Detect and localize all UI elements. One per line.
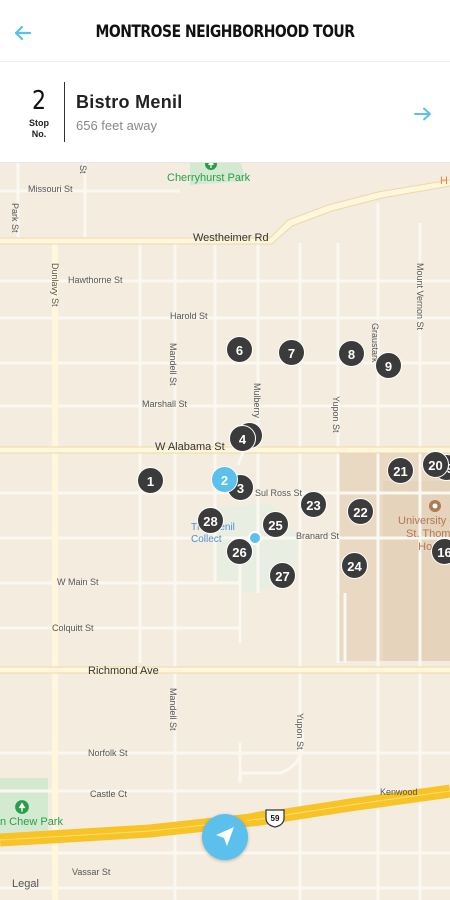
tour-stop-marker[interactable]: 4 bbox=[229, 425, 256, 452]
street-label-branard: Branard St bbox=[296, 531, 340, 541]
stop-number: 2 bbox=[31, 86, 47, 116]
street-label-w-alabama: W Alabama St bbox=[155, 441, 225, 453]
street-label-w-main: W Main St bbox=[57, 577, 99, 587]
current-stop-card[interactable]: 2 Stop No. Bistro Menil 656 feet away bbox=[0, 62, 450, 163]
place-label-chew-park: n Chew Park bbox=[0, 816, 63, 828]
street-label-park: Park St bbox=[10, 203, 20, 233]
tour-stop-marker[interactable]: 20 bbox=[422, 451, 449, 478]
highway-number: 59 bbox=[271, 814, 280, 823]
tour-stop-marker[interactable]: 6 bbox=[226, 336, 253, 363]
street-label-castle: Castle Ct bbox=[90, 789, 128, 799]
legal-link[interactable]: Legal bbox=[12, 878, 39, 890]
park-icon bbox=[15, 800, 29, 814]
tour-stop-marker[interactable]: 27 bbox=[269, 562, 296, 589]
street-label-westheimer: Westheimer Rd bbox=[193, 232, 269, 244]
street-label-colquitt: Colquitt St bbox=[52, 623, 94, 633]
tour-stop-marker[interactable]: 9 bbox=[375, 352, 402, 379]
tour-stop-marker[interactable]: 26 bbox=[226, 538, 253, 565]
street-label-missouri: Missouri St bbox=[28, 184, 73, 194]
tour-stop-marker[interactable]: 7 bbox=[278, 339, 305, 366]
map-view[interactable]: Missouri St Westheimer Rd Hawthorne St H… bbox=[0, 163, 450, 900]
locate-me-button[interactable] bbox=[202, 814, 248, 860]
tour-stop-marker[interactable]: 28 bbox=[197, 507, 224, 534]
street-label-yupon-n: Yupon St bbox=[331, 396, 341, 433]
arrow-right-icon[interactable] bbox=[412, 106, 434, 122]
tour-stop-marker[interactable]: 1 bbox=[137, 467, 164, 494]
street-label-sul-ross: Sul Ross St bbox=[255, 488, 303, 498]
stop-name: Bistro Menil bbox=[76, 92, 183, 112]
highway-shield-icon: 59 bbox=[265, 809, 285, 828]
tour-stop-marker[interactable]: 21 bbox=[387, 457, 414, 484]
tour-stop-marker[interactable]: 25 bbox=[262, 511, 289, 538]
street-label-street-n: St bbox=[78, 165, 88, 174]
street-label-mulberry: Mulberry bbox=[252, 383, 262, 419]
park-icon bbox=[205, 163, 217, 170]
street-label-kenwood: Kenwood bbox=[380, 787, 418, 797]
page-title: MONTROSE NEIGHBORHOOD TOUR bbox=[95, 22, 355, 42]
tour-stop-marker[interactable]: 22 bbox=[347, 498, 374, 525]
street-label-dunlavy: Dunlavy St bbox=[50, 263, 60, 307]
tour-stop-marker[interactable]: 24 bbox=[341, 552, 368, 579]
street-label-hawthorne: Hawthorne St bbox=[68, 275, 123, 285]
divider bbox=[64, 82, 65, 142]
street-label-yupon-s: Yupon St bbox=[295, 713, 305, 750]
street-label-mandell-s: Mandell St bbox=[168, 688, 178, 731]
tour-stop-marker[interactable]: 23 bbox=[300, 491, 327, 518]
street-label-mount-vernon: Mount Vernon St bbox=[415, 263, 425, 331]
stop-distance: 656 feet away bbox=[76, 118, 157, 133]
street-label-marshall: Marshall St bbox=[142, 399, 188, 409]
street-label-norfolk: Norfolk St bbox=[88, 748, 128, 758]
navigation-arrow-icon bbox=[216, 827, 234, 846]
tour-stop-marker[interactable]: 8 bbox=[338, 340, 365, 367]
place-label-cherryhurst: Cherryhurst Park bbox=[167, 172, 251, 184]
app-header: MONTROSE NEIGHBORHOOD TOUR bbox=[0, 0, 450, 62]
stop-number-label: Stop No. bbox=[29, 118, 49, 139]
university-icon bbox=[429, 500, 441, 512]
tour-stop-marker-active[interactable]: 2 bbox=[211, 466, 238, 493]
street-label-vassar: Vassar St bbox=[72, 867, 111, 877]
street-label-harold: Harold St bbox=[170, 311, 208, 321]
street-label-richmond: Richmond Ave bbox=[88, 665, 159, 677]
street-label-mandell-n: Mandell St bbox=[168, 343, 178, 386]
place-label-h: H bbox=[440, 175, 448, 187]
arrow-left-icon[interactable] bbox=[8, 18, 38, 48]
